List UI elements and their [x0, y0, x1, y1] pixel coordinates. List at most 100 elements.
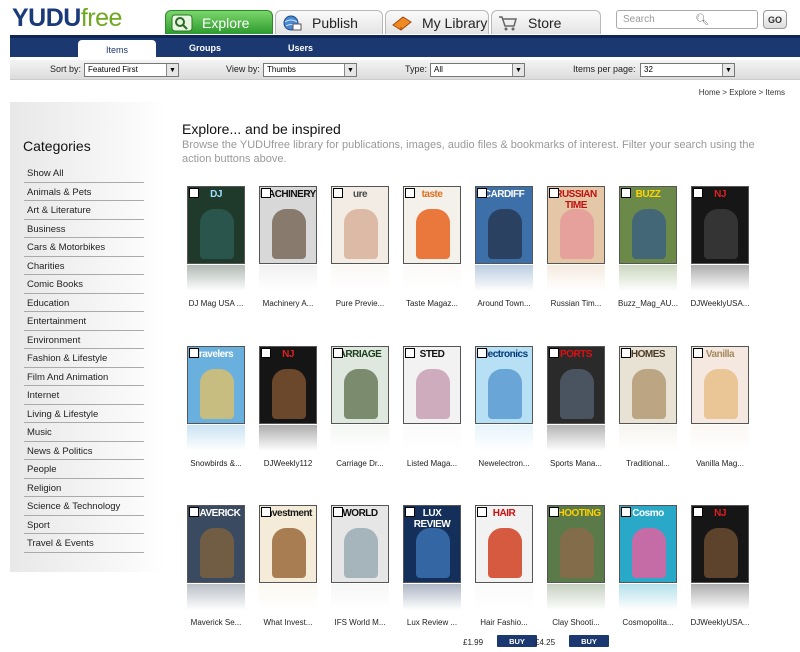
publication-title[interactable]: Taste Magaz... [395, 299, 469, 308]
yudu-badge-icon [621, 507, 631, 517]
view-select[interactable]: Thumbs ▼ [263, 63, 357, 77]
magazine-cover[interactable]: ravelers [187, 346, 245, 424]
cover-image [560, 369, 594, 419]
category-item[interactable]: Charities [24, 257, 144, 275]
buy-button[interactable]: BUY [497, 635, 537, 647]
sort-value: Featured First [88, 65, 138, 74]
magazine-cover[interactable]: Vanilla [691, 346, 749, 424]
cover-reflection [187, 265, 245, 291]
category-item[interactable]: Internet [24, 386, 144, 405]
magnifier-icon[interactable]: 🔍︎ [695, 13, 753, 26]
tab-explore[interactable]: Explore [165, 10, 273, 34]
publication-title[interactable]: Vanilla Mag... [683, 459, 757, 468]
publication-title[interactable]: Machinery A... [251, 299, 325, 308]
subtab-users[interactable]: Users [288, 43, 313, 53]
category-item[interactable]: Film And Animation [24, 368, 144, 386]
cover-reflection [691, 584, 749, 610]
publication-title[interactable]: DJWeeklyUSA... [683, 618, 757, 627]
category-item[interactable]: Cars & Motorbikes [24, 238, 144, 257]
publication-title[interactable]: Russian Tim... [539, 299, 613, 308]
publication-title[interactable]: Traditional... [611, 459, 685, 468]
magazine-cover[interactable]: ARRIAGE [331, 346, 389, 424]
category-item[interactable]: Music [24, 423, 144, 442]
publication-title[interactable]: IFS World M... [323, 618, 397, 627]
category-item[interactable]: News & Politics [24, 442, 144, 460]
magazine-cover[interactable]: NJ [691, 505, 749, 583]
cover-image [704, 528, 738, 578]
cover-image [632, 369, 666, 419]
magazine-cover[interactable]: NJ [259, 346, 317, 424]
publication-title[interactable]: Buzz_Mag_AU... [611, 299, 685, 308]
magazine-cover[interactable]: taste [403, 186, 461, 264]
tab-my-library[interactable]: My Library [385, 10, 489, 34]
subtab-groups[interactable]: Groups [189, 43, 221, 53]
cover-image [200, 209, 234, 259]
publication-title[interactable]: Carriage Dr... [323, 459, 397, 468]
magazine-cover[interactable]: ure [331, 186, 389, 264]
publication-title[interactable]: DJWeeklyUSA... [683, 299, 757, 308]
magazine-cover[interactable]: PORTS [547, 346, 605, 424]
cover-reflection [547, 265, 605, 291]
category-item[interactable]: Entertainment [24, 312, 144, 331]
magazine-cover[interactable]: investment [259, 505, 317, 583]
publication-title[interactable]: Listed Maga... [395, 459, 469, 468]
magazine-cover[interactable]: MAVERICK [187, 505, 245, 583]
subtab-items[interactable]: Items [78, 40, 156, 60]
category-item[interactable]: Travel & Events [24, 534, 144, 553]
yudu-badge-icon [693, 507, 703, 517]
filter-bar: Sort by: Featured First ▼ View by: Thumb… [10, 60, 800, 80]
publication-title[interactable]: Clay Shooti... [539, 618, 613, 627]
magazine-cover[interactable]: BUZZ [619, 186, 677, 264]
publication-title[interactable]: Cosmopolita... [611, 618, 685, 627]
magazine-cover[interactable]: LUX REVIEW [403, 505, 461, 583]
magazine-cover[interactable]: STED [403, 346, 461, 424]
category-item[interactable]: Fashion & Lifestyle [24, 349, 144, 368]
yudu-badge-icon [261, 348, 271, 358]
publication-title[interactable]: Snowbirds &... [179, 459, 253, 468]
category-item[interactable]: Science & Technology [24, 497, 144, 516]
magazine-cover[interactable]: DJ [187, 186, 245, 264]
magazine-cover[interactable]: MACHINERY [259, 186, 317, 264]
category-item[interactable]: Art & Literature [24, 201, 144, 220]
magazine-cover[interactable]: HAIR [475, 505, 533, 583]
category-item[interactable]: Religion [24, 479, 144, 497]
type-select[interactable]: All ▼ [430, 63, 525, 77]
publication-title[interactable]: Lux Review ... [395, 618, 469, 627]
publication-title[interactable]: Around Town... [467, 299, 541, 308]
publication-title[interactable]: Pure Previe... [323, 299, 397, 308]
sort-select[interactable]: Featured First ▼ [84, 63, 179, 77]
category-item[interactable]: Living & Lifestyle [24, 405, 144, 423]
publication-title[interactable]: Newelectron... [467, 459, 541, 468]
magazine-cover[interactable]: CARDIFF [475, 186, 533, 264]
buy-button[interactable]: BUY [569, 635, 609, 647]
magazine-cover[interactable]: RUSSIAN TIME [547, 186, 605, 264]
magazine-cover[interactable]: HOMES [619, 346, 677, 424]
category-item[interactable]: Sport [24, 516, 144, 534]
tab-publish-label: Publish [312, 14, 358, 31]
category-item[interactable]: Business [24, 220, 144, 238]
publication-title[interactable]: DJWeekly112 [251, 459, 325, 468]
search-input[interactable]: Search 🔍︎ [616, 10, 758, 29]
publication-title[interactable]: Sports Mana... [539, 459, 613, 468]
category-item[interactable]: Comic Books [24, 275, 144, 294]
category-item[interactable]: Show All [24, 164, 144, 183]
magazine-cover[interactable]: SHOOTING [547, 505, 605, 583]
magazine-cover[interactable]: WORLD [331, 505, 389, 583]
publication-title[interactable]: Hair Fashio... [467, 618, 541, 627]
publication-title[interactable]: What Invest... [251, 618, 325, 627]
per-page-select[interactable]: 32 ▼ [640, 63, 735, 77]
category-item[interactable]: People [24, 460, 144, 479]
category-item[interactable]: Education [24, 294, 144, 312]
publication-title[interactable]: DJ Mag USA ... [179, 299, 253, 308]
category-item[interactable]: Environment [24, 331, 144, 349]
publication-title[interactable]: Maverick Se... [179, 618, 253, 627]
breadcrumb[interactable]: Home > Explore > Items [699, 88, 785, 97]
tab-publish[interactable]: Publish [275, 10, 383, 34]
category-item[interactable]: Animals & Pets [24, 183, 144, 201]
magazine-cover[interactable]: Cosmo [619, 505, 677, 583]
tab-store[interactable]: Store [491, 10, 601, 34]
magazine-cover[interactable]: electronics [475, 346, 533, 424]
magazine-cover[interactable]: NJ [691, 186, 749, 264]
yudu-logo[interactable]: YUDUfree [12, 4, 122, 33]
go-button[interactable]: GO [763, 10, 787, 29]
